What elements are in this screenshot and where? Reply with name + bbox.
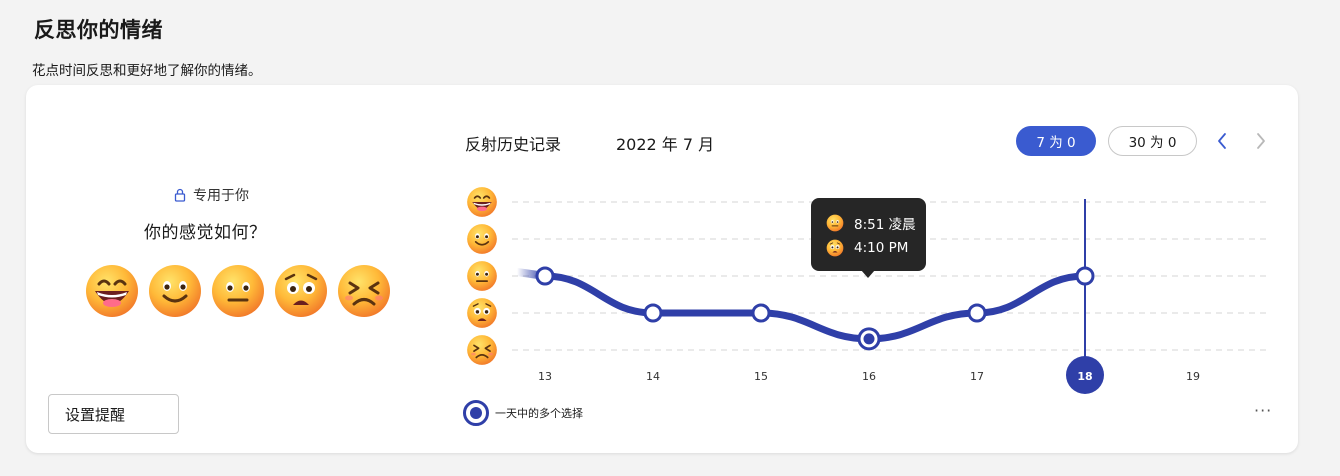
tooltip-row: 8:51 凌晨 (826, 210, 926, 235)
mood-history-chart: 13 14 15 16 17 18 19 (466, 186, 1266, 394)
x-tick-label[interactable]: 18 (1077, 370, 1092, 383)
neutral-emoji-icon (826, 214, 844, 232)
multiple-selection-icon (463, 400, 489, 426)
grinning-axis-icon (466, 186, 498, 218)
multi-selection-dot (863, 333, 875, 345)
mood-series-line (541, 272, 1089, 343)
mood-tooltip: 8:51 凌晨 4:10 PM (811, 198, 926, 278)
data-point[interactable] (967, 303, 987, 323)
x-tick-label: 14 (646, 370, 660, 383)
smiling-axis-icon (466, 223, 498, 255)
chart-legend: 一天中的多个选择 (462, 399, 583, 427)
legend-label: 一天中的多个选择 (495, 407, 583, 420)
x-tick-label: 17 (970, 370, 984, 383)
distressed-axis-icon (466, 334, 498, 366)
x-tick-label: 19 (1186, 370, 1200, 383)
tooltip-time: 8:51 凌晨 (854, 216, 916, 233)
page-title: 反思你的情绪 (34, 18, 163, 42)
data-point[interactable] (751, 303, 771, 323)
page-subtitle: 花点时间反思和更好地了解你的情绪。 (32, 63, 262, 79)
more-options-button[interactable]: ··· (1254, 401, 1272, 420)
data-point[interactable] (535, 266, 555, 286)
mood-card: 专用于你 你的感觉如何？ 设置提醒 反射历史记录 2022 年 7 月 7 为 … (26, 85, 1298, 453)
worried-emoji-icon (826, 239, 844, 257)
tooltip-row: 4:10 PM (826, 235, 926, 260)
x-tick-label: 16 (862, 370, 876, 383)
x-tick-label: 15 (754, 370, 768, 383)
tooltip-time: 4:10 PM (854, 239, 909, 256)
data-point[interactable] (1075, 266, 1095, 286)
data-point[interactable] (643, 303, 663, 323)
x-tick-label: 13 (538, 370, 552, 383)
neutral-axis-icon (466, 260, 498, 292)
worried-axis-icon (466, 297, 498, 329)
